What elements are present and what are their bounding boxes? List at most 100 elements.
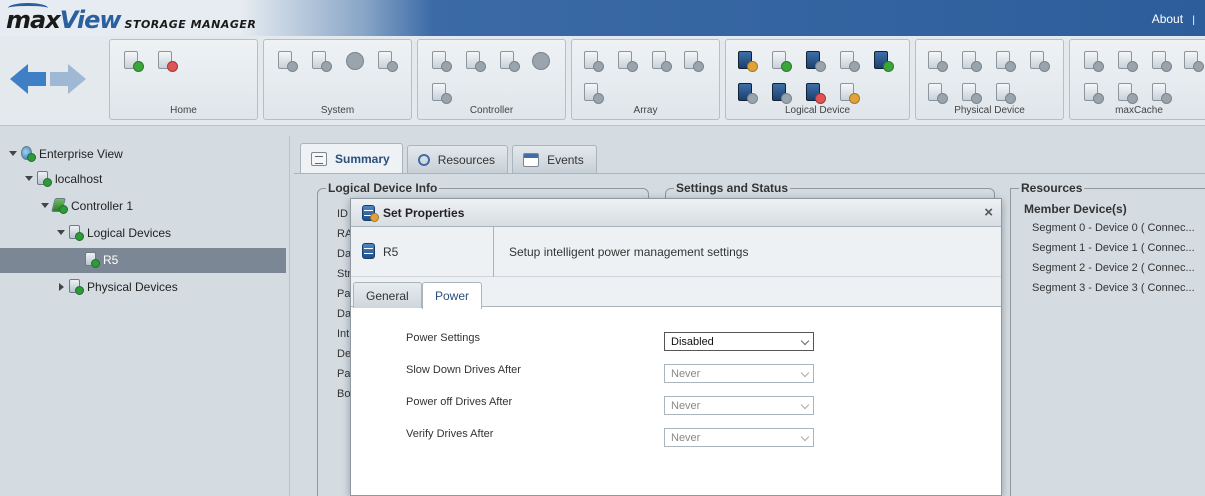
logo-swoosh-icon bbox=[8, 3, 48, 13]
physical-device-settings-icon[interactable] bbox=[926, 50, 948, 72]
chevron-down-icon bbox=[800, 368, 810, 378]
tree-node-controller[interactable]: Controller 1 bbox=[41, 196, 133, 216]
maxview-logo: max View STORAGE MANAGER bbox=[6, 3, 256, 34]
power-settings-select[interactable]: Disabled bbox=[664, 332, 814, 351]
member-device-item[interactable]: Segment 1 - Device 1 ( Connec... bbox=[1032, 242, 1195, 254]
toolbar-group-system: System bbox=[263, 39, 412, 120]
panel-legend: Logical Device Info bbox=[326, 181, 440, 195]
logical-device-edit-icon[interactable] bbox=[770, 82, 792, 104]
tree-node-label: R5 bbox=[103, 253, 119, 267]
maxcache-data-icon[interactable] bbox=[1182, 50, 1204, 72]
wrench-icon[interactable] bbox=[926, 82, 948, 104]
system-tools-icon[interactable] bbox=[310, 50, 332, 72]
member-device-item[interactable]: Segment 3 - Device 3 ( Connec... bbox=[1032, 282, 1195, 294]
select-value: Disabled bbox=[671, 335, 714, 348]
maxcache-settings-icon[interactable] bbox=[1082, 50, 1104, 72]
tab-general[interactable]: General bbox=[353, 282, 422, 308]
calendar-icon bbox=[523, 152, 540, 167]
dialog-device: R5 bbox=[351, 227, 494, 277]
gear-icon[interactable] bbox=[344, 50, 366, 72]
server-icon bbox=[36, 171, 52, 187]
alarm-clock-icon[interactable] bbox=[530, 50, 552, 72]
maxcache-search-icon[interactable] bbox=[1082, 82, 1104, 104]
tree-node-label: Physical Devices bbox=[87, 280, 178, 294]
lock-icon[interactable] bbox=[430, 82, 452, 104]
logical-device-search-icon[interactable] bbox=[736, 82, 758, 104]
delete-logical-device-icon[interactable] bbox=[804, 82, 826, 104]
chevron-down-icon bbox=[800, 336, 810, 346]
tab-summary[interactable]: Summary bbox=[300, 143, 403, 173]
physical-device-data-icon[interactable] bbox=[1028, 50, 1050, 72]
tree-node-physical-devices[interactable]: Physical Devices bbox=[57, 277, 178, 297]
expand-toggle-icon[interactable] bbox=[57, 283, 65, 291]
system-edit-icon[interactable] bbox=[376, 50, 398, 72]
array-settings-icon[interactable] bbox=[582, 50, 604, 72]
forward-arrow-icon[interactable] bbox=[50, 64, 86, 94]
expand-toggle-icon[interactable] bbox=[9, 150, 17, 158]
controller-search-icon[interactable] bbox=[498, 50, 520, 72]
nav-arrows bbox=[10, 64, 86, 94]
maxcache-delete-icon[interactable] bbox=[1116, 82, 1138, 104]
enterprise-icon bbox=[20, 146, 36, 162]
tree-node-enterprise[interactable]: Enterprise View bbox=[9, 144, 123, 164]
controller-settings-icon[interactable] bbox=[430, 50, 452, 72]
enterprise-tree: Enterprise View localhost Controller 1 L… bbox=[0, 136, 290, 496]
logical-devices-icon bbox=[68, 225, 84, 241]
logical-device-data-icon[interactable] bbox=[872, 50, 894, 72]
about-separator: | bbox=[1192, 15, 1195, 26]
system-settings-icon[interactable] bbox=[276, 50, 298, 72]
toolbar-group-array: Array bbox=[571, 39, 720, 120]
logical-device-icon bbox=[84, 252, 100, 268]
logical-device-settings-icon[interactable] bbox=[736, 50, 758, 72]
physical-device-update-icon[interactable] bbox=[960, 82, 982, 104]
back-arrow-icon[interactable] bbox=[10, 64, 46, 94]
remove-system-icon[interactable] bbox=[156, 50, 178, 72]
dialog-title: Set Properties bbox=[383, 205, 465, 220]
array-delete-icon[interactable] bbox=[582, 82, 604, 104]
chevron-down-icon bbox=[800, 432, 810, 442]
member-devices-title: Member Device(s) bbox=[1024, 202, 1127, 216]
tab-power[interactable]: Power bbox=[422, 282, 483, 309]
close-icon[interactable]: × bbox=[984, 204, 993, 221]
array-edit-icon[interactable] bbox=[650, 50, 672, 72]
expand-toggle-icon[interactable] bbox=[41, 202, 49, 210]
search-icon bbox=[417, 153, 430, 166]
expand-toggle-icon[interactable] bbox=[25, 175, 33, 183]
panel-legend: Resources bbox=[1019, 181, 1085, 195]
logical-device-icon bbox=[361, 243, 377, 261]
physical-device-power-icon[interactable] bbox=[994, 50, 1016, 72]
add-logical-device-icon[interactable] bbox=[770, 50, 792, 72]
power-settings-label: Power Settings bbox=[406, 332, 480, 344]
add-system-icon[interactable] bbox=[122, 50, 144, 72]
toolbar-group-label: Logical Device bbox=[784, 105, 851, 116]
about-link[interactable]: About bbox=[1152, 12, 1183, 26]
physical-device-tools-icon[interactable] bbox=[960, 50, 982, 72]
logical-device-expand-icon[interactable] bbox=[838, 50, 860, 72]
physical-device-erase-icon[interactable] bbox=[994, 82, 1016, 104]
maxcache-disable-icon[interactable] bbox=[1150, 50, 1172, 72]
tree-node-r5[interactable]: R5 bbox=[84, 250, 118, 270]
about-area: About | bbox=[1152, 12, 1195, 26]
verify-drives-select[interactable]: Never bbox=[664, 428, 814, 447]
tree-node-logical-devices[interactable]: Logical Devices bbox=[57, 223, 171, 243]
slow-down-drives-select[interactable]: Never bbox=[664, 364, 814, 383]
controller-tools-icon[interactable] bbox=[464, 50, 486, 72]
toolbar-group-home: Home bbox=[109, 39, 258, 120]
toolbar-group-label: Controller bbox=[469, 105, 514, 116]
maxcache-add-icon[interactable] bbox=[1116, 50, 1138, 72]
member-device-item[interactable]: Segment 2 - Device 2 ( Connec... bbox=[1032, 262, 1195, 274]
tab-divider bbox=[294, 173, 1205, 174]
array-search-icon[interactable] bbox=[682, 50, 704, 72]
array-tools-icon[interactable] bbox=[616, 50, 638, 72]
tab-events[interactable]: Events bbox=[512, 145, 597, 173]
logical-device-refresh-icon[interactable] bbox=[804, 50, 826, 72]
tab-resources[interactable]: Resources bbox=[406, 145, 509, 173]
toolbar-group-label: Home bbox=[170, 105, 197, 116]
maxcache-cache-icon[interactable] bbox=[1150, 82, 1172, 104]
logical-device-cache-icon[interactable] bbox=[838, 82, 860, 104]
expand-toggle-icon[interactable] bbox=[57, 229, 65, 237]
tree-node-localhost[interactable]: localhost bbox=[25, 169, 102, 189]
power-off-drives-select[interactable]: Never bbox=[664, 396, 814, 415]
member-device-item[interactable]: Segment 0 - Device 0 ( Connec... bbox=[1032, 222, 1195, 234]
tab-label: Summary bbox=[335, 151, 390, 166]
